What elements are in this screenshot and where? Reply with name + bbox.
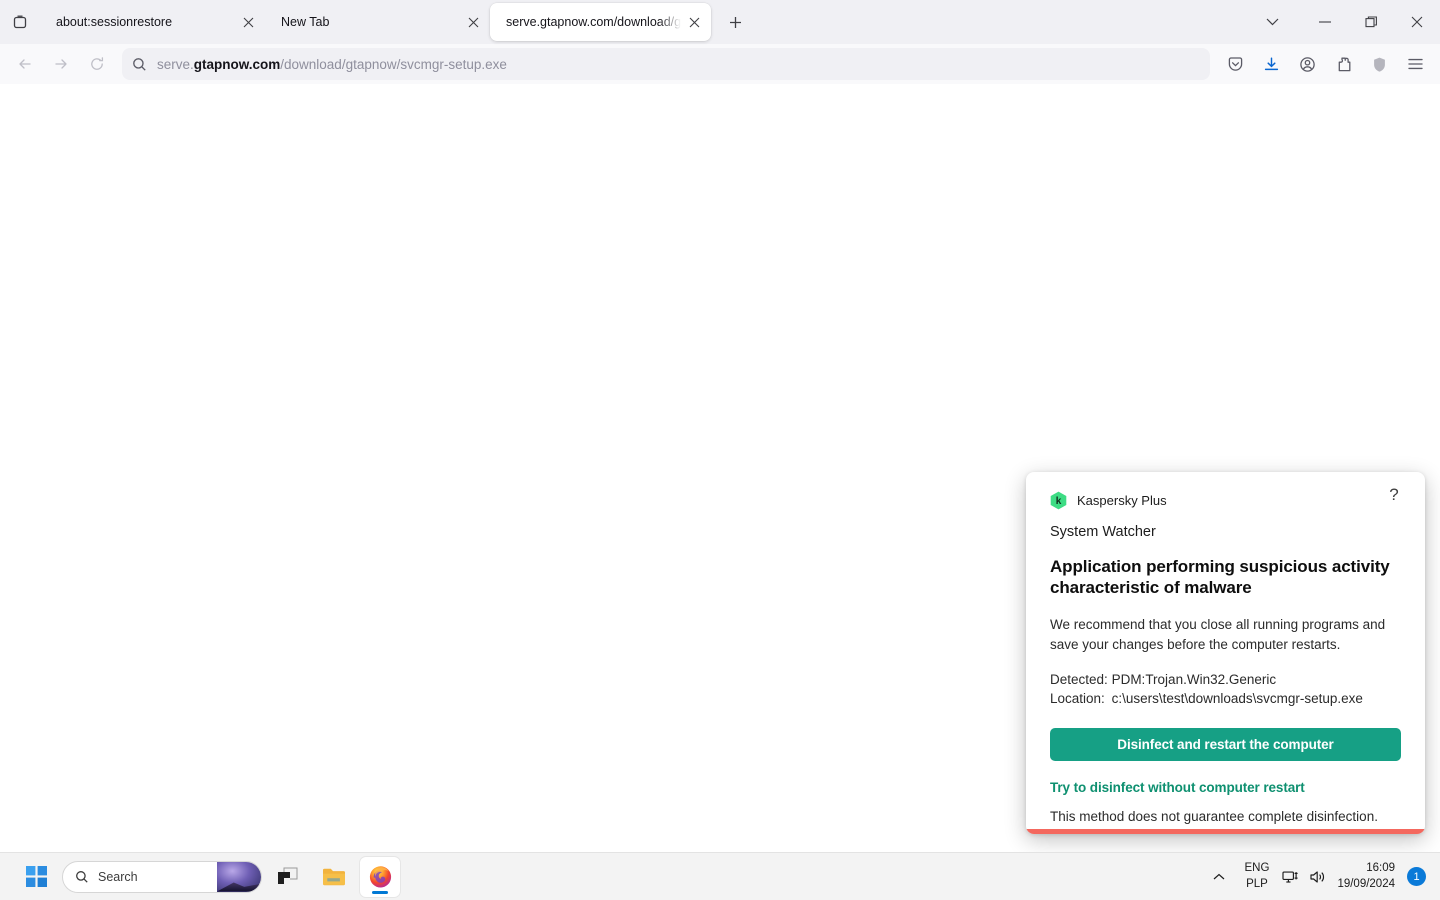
- location-label: Location:: [1050, 691, 1105, 707]
- address-bar[interactable]: serve.gtapnow.com/download/gtapnow/svcmg…: [122, 48, 1210, 80]
- search-icon: [75, 870, 89, 884]
- tab-title: New Tab: [281, 15, 330, 29]
- dialog-body: k Kaspersky Plus ? System Watcher Applic…: [1026, 472, 1425, 834]
- detected-value: PDM:Trojan.Win32.Generic: [1111, 671, 1277, 687]
- firefox-window: about:sessionrestore New Tab serve.gtapn…: [0, 0, 1440, 852]
- navigation-toolbar: serve.gtapnow.com/download/gtapnow/svcmg…: [0, 44, 1440, 84]
- new-tab-button[interactable]: [719, 6, 751, 38]
- tab-about-sessionrestore[interactable]: about:sessionrestore: [40, 3, 265, 41]
- downloads-icon[interactable]: [1254, 48, 1288, 80]
- window-controls: [1242, 0, 1440, 44]
- back-arrow-icon[interactable]: [8, 48, 42, 80]
- dialog-module-label: System Watcher: [1050, 524, 1156, 540]
- language-line-1: ENG: [1244, 861, 1270, 874]
- tab-svcmgr-setup-download[interactable]: serve.gtapnow.com/download/gtapnow/svcmg…: [490, 3, 711, 41]
- close-icon[interactable]: [683, 11, 705, 33]
- task-view-icon[interactable]: [268, 857, 308, 897]
- url-text: serve.gtapnow.com/download/gtapnow/svcmg…: [157, 56, 507, 72]
- notification-badge[interactable]: 1: [1407, 867, 1426, 886]
- clock[interactable]: 16:09 19/09/2024: [1337, 861, 1397, 892]
- tab-list-icon[interactable]: [0, 0, 40, 44]
- shield-icon[interactable]: [1362, 48, 1396, 80]
- extensions-icon[interactable]: [1326, 48, 1360, 80]
- file-explorer-icon[interactable]: [314, 857, 354, 897]
- clock-date: 19/09/2024: [1337, 877, 1395, 890]
- dialog-brand-label: Kaspersky Plus: [1077, 492, 1167, 508]
- firefox-taskbar-icon[interactable]: [360, 856, 400, 897]
- close-icon[interactable]: [237, 11, 259, 33]
- dialog-title: Application performing suspicious activi…: [1050, 557, 1390, 597]
- disinfect-and-restart-button[interactable]: Disinfect and restart the computer: [1050, 727, 1401, 761]
- search-placeholder-label: Search: [98, 869, 138, 884]
- tab-strip: about:sessionrestore New Tab serve.gtapn…: [0, 0, 1440, 44]
- close-icon[interactable]: [462, 11, 484, 33]
- help-icon[interactable]: ?: [1383, 484, 1405, 506]
- detected-row: Detected: PDM:Trojan.Win32.Generic: [1050, 670, 1401, 690]
- search-input[interactable]: Search: [62, 860, 262, 893]
- save-to-pocket-icon[interactable]: [1218, 48, 1252, 80]
- windows-taskbar: Search ENG PLP 16:09 19/09/2024 1: [0, 852, 1440, 900]
- language-indicator[interactable]: ENG PLP: [1242, 861, 1273, 892]
- language-line-2: PLP: [1246, 877, 1268, 890]
- dialog-header: k Kaspersky Plus: [1050, 490, 1401, 510]
- search-highlight-thumbnail: [217, 861, 261, 892]
- tabs-row: about:sessionrestore New Tab serve.gtapn…: [40, 0, 711, 44]
- tab-new-tab[interactable]: New Tab: [265, 3, 490, 41]
- active-app-indicator: [372, 890, 388, 894]
- tab-title: about:sessionrestore: [56, 15, 173, 29]
- svg-text:k: k: [1056, 496, 1062, 507]
- location-value: c:\users\test\downloads\svcmgr-setup.exe: [1111, 691, 1363, 707]
- detected-label: Detected:: [1050, 671, 1108, 687]
- dialog-accent-bar: [1026, 829, 1425, 834]
- tray-status-icons: [1282, 869, 1327, 885]
- chevron-up-icon[interactable]: [1206, 859, 1232, 895]
- minimize-icon[interactable]: [1302, 0, 1348, 44]
- location-row: Location: c:\users\test\downloads\svcmgr…: [1050, 689, 1401, 709]
- chevron-down-icon[interactable]: [1242, 0, 1302, 44]
- clock-time: 16:09: [1366, 861, 1395, 874]
- reload-icon[interactable]: [80, 48, 114, 80]
- dialog-advice-text: We recommend that you close all running …: [1050, 617, 1386, 652]
- browser-toolbar-icons: [1218, 48, 1432, 80]
- taskbar-left-group: Search: [0, 856, 400, 897]
- network-icon[interactable]: [1282, 869, 1301, 885]
- kaspersky-logo-icon: k: [1050, 491, 1067, 510]
- volume-icon[interactable]: [1309, 869, 1327, 885]
- forward-arrow-icon[interactable]: [44, 48, 78, 80]
- application-menu-icon[interactable]: [1398, 48, 1432, 80]
- kaspersky-alert-dialog: k Kaspersky Plus ? System Watcher Applic…: [1026, 472, 1425, 834]
- tab-title: serve.gtapnow.com/download/gtapnow/svcmg…: [506, 15, 681, 29]
- windows-start-icon[interactable]: [16, 857, 56, 897]
- close-icon[interactable]: [1394, 0, 1440, 44]
- maximize-icon[interactable]: [1348, 0, 1394, 44]
- account-icon[interactable]: [1290, 48, 1324, 80]
- dialog-note-text: This method does not guarantee complete …: [1050, 808, 1378, 824]
- disinfect-without-restart-link[interactable]: Try to disinfect without computer restar…: [1050, 780, 1305, 795]
- search-icon: [132, 57, 147, 72]
- system-tray: ENG PLP 16:09 19/09/2024 1: [1206, 859, 1440, 895]
